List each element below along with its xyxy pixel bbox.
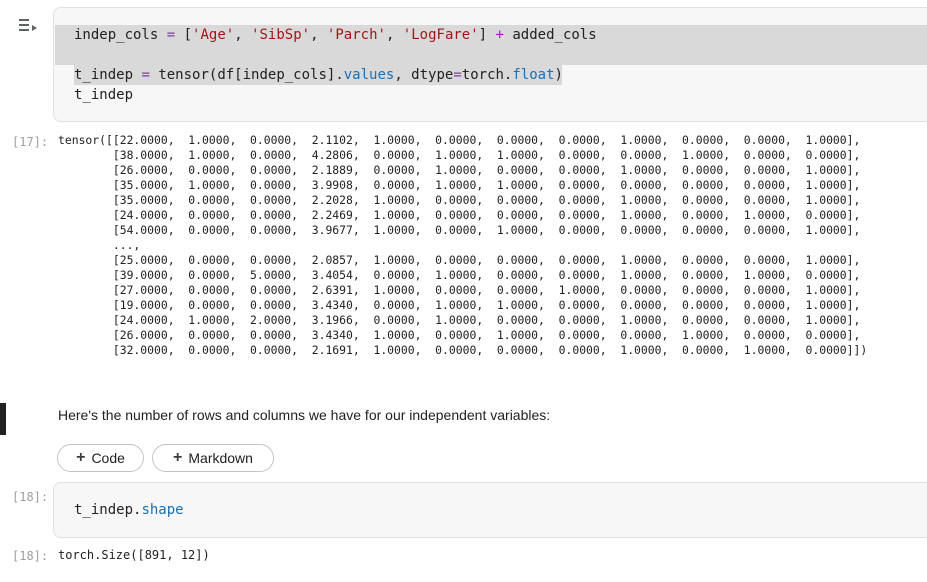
code-token: , xyxy=(234,27,252,43)
code-token: float xyxy=(512,67,555,83)
code-token: = xyxy=(453,67,462,83)
markdown-text: Here's the number of rows and columns we… xyxy=(58,407,551,423)
code-line: t_indep xyxy=(74,87,134,103)
execution-count-label: [18]: xyxy=(12,490,49,504)
code-token: 'LogFare' xyxy=(402,27,479,43)
code-token: shape xyxy=(141,502,184,518)
cell-output-text: torch.Size([891, 12]) xyxy=(58,548,210,562)
code-token: , xyxy=(385,27,403,43)
plus-icon: + xyxy=(173,449,183,466)
code-token: ) xyxy=(554,67,563,83)
code-token: 'Parch' xyxy=(326,27,386,43)
code-line: indep_cols = ['Age', 'SibSp', 'Parch', '… xyxy=(74,25,597,45)
code-token: 'Age' xyxy=(192,27,235,43)
code-token: , xyxy=(310,27,327,43)
execution-count-label: [18]: xyxy=(12,549,49,563)
notebook-page: indep_cols = ['Age', 'SibSp', 'Parch', '… xyxy=(0,0,927,582)
code-token: t_indep xyxy=(74,67,134,83)
code-token: = xyxy=(158,27,184,43)
code-cell-editor[interactable]: indep_cols = ['Age', 'SibSp', 'Parch', '… xyxy=(53,7,927,122)
code-line: t_indep = tensor(df[indep_cols].values, … xyxy=(74,65,563,85)
button-label: Code xyxy=(91,450,125,466)
code-token: torch. xyxy=(461,67,513,83)
code-token: values xyxy=(343,67,395,83)
code-token: [ xyxy=(183,27,193,43)
code-token: t_indep. xyxy=(74,502,142,518)
code-token: indep_cols xyxy=(74,27,159,43)
code-token: = xyxy=(133,67,159,83)
code-token: tensor(df[indep_cols]. xyxy=(158,67,344,83)
execution-count-label: [17]: xyxy=(12,135,49,149)
code-token: 'SibSp' xyxy=(251,27,311,43)
code-token: + xyxy=(495,27,504,43)
code-cell-editor[interactable]: t_indep.shape xyxy=(53,482,927,538)
button-label: Markdown xyxy=(188,450,253,466)
code-token: added_cols xyxy=(503,27,597,43)
code-line: t_indep.shape xyxy=(74,500,184,520)
code-token: ] xyxy=(478,27,496,43)
add-markdown-cell-button[interactable]: + Markdown xyxy=(152,444,274,472)
cell-output-text: tensor([[22.0000, 1.0000, 0.0000, 2.1102… xyxy=(58,133,868,357)
active-cell-marker xyxy=(0,403,6,435)
add-code-cell-button[interactable]: + Code xyxy=(57,444,144,472)
cell-menu-icon[interactable] xyxy=(18,18,40,34)
code-token: , dtype xyxy=(394,67,454,83)
plus-icon: + xyxy=(76,449,86,466)
